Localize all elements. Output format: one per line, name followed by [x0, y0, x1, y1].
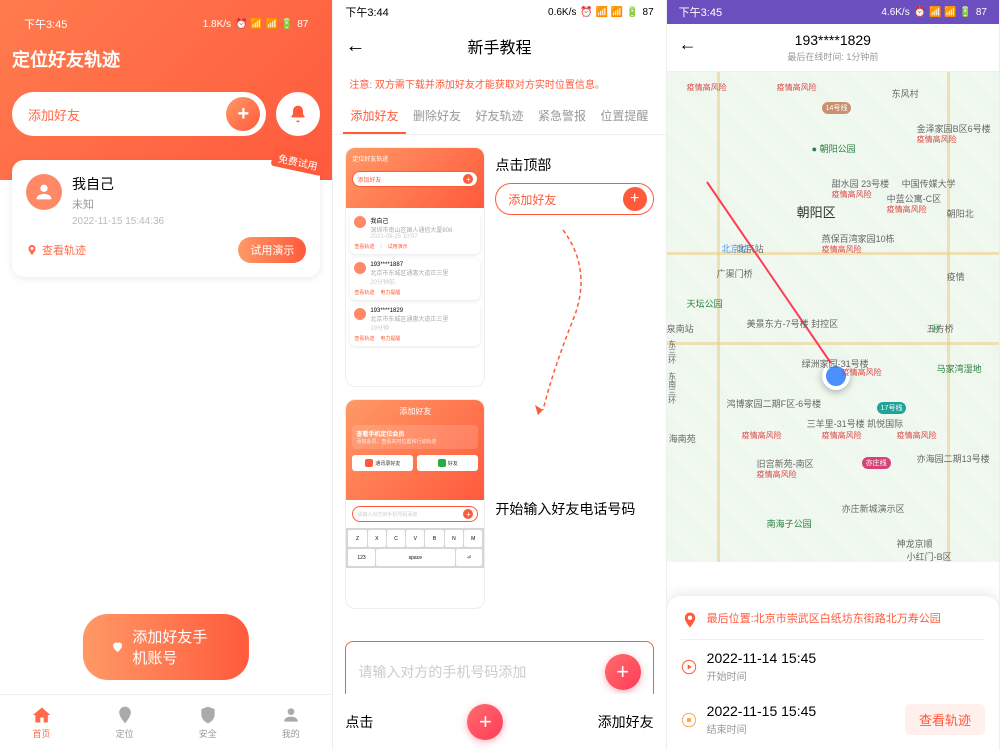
end-time-row[interactable]: 2022-11-15 15:45 结束时间 查看轨迹 [681, 693, 985, 736]
person-icon [33, 181, 55, 203]
status-bar: 下午3:45 4.6K/s ⏰ 📶 📶 🔋 87 [667, 0, 999, 24]
hint-search-visual: 添加好友 + [495, 183, 653, 215]
status-icons: 1.8K/s ⏰ 📶 📶 🔋 87 [203, 19, 309, 30]
demo-button[interactable]: 试用演示 [238, 237, 306, 263]
pin-icon [115, 705, 135, 725]
profile-name: 我自己 [72, 174, 306, 194]
bottom-nav: 首页 定位 安全 我的 [0, 694, 332, 750]
profile-status: 未知 [72, 196, 306, 212]
status-bar: 下午3:45 1.8K/s ⏰ 📶 📶 🔋 87 [12, 12, 320, 36]
search-placeholder: 添加好友 [28, 105, 80, 124]
screen-tutorial: 下午3:44 0.6K/s ⏰ 📶 📶 🔋 87 ← 新手教程 注意: 双方需下… [333, 0, 666, 750]
info-panel: 最后位置:北京市崇武区白纸坊东街路北万寿公园 2022-11-14 15:45 … [667, 596, 999, 750]
status-time: 下午3:45 [24, 16, 67, 32]
screen-track-detail: 下午3:45 4.6K/s ⏰ 📶 📶 🔋 87 ← 193****1829 最… [667, 0, 1000, 750]
heart-icon [111, 638, 124, 656]
nav-safety[interactable]: 安全 [166, 695, 249, 750]
bell-icon [288, 104, 308, 124]
avatar [26, 174, 62, 210]
pin-icon [681, 611, 699, 629]
phone-title: 193****1829 [675, 32, 991, 48]
status-icons: 0.6K/s ⏰ 📶 📶 🔋 87 [548, 7, 654, 18]
tutorial-step2: 添加好友 查看手机定位会员 添加会员，查看实时位置和行动轨迹 通讯录好友 好友 … [333, 399, 665, 631]
profile-row: 我自己 未知 2022-11-15 15:44:36 [26, 174, 306, 227]
notification-button[interactable] [276, 92, 320, 136]
status-bar: 下午3:44 0.6K/s ⏰ 📶 📶 🔋 87 [333, 0, 665, 24]
tab-add[interactable]: 添加好友 [343, 99, 405, 134]
status-icons: 4.6K/s ⏰ 📶 📶 🔋 87 [881, 7, 987, 18]
stop-icon [681, 712, 697, 728]
header: ← 193****1829 最后在线时间: 1分钟前 [667, 24, 999, 72]
fab-add[interactable]: + [467, 704, 503, 740]
user-icon [281, 705, 301, 725]
nav-location[interactable]: 定位 [83, 695, 166, 750]
tab-remind[interactable]: 位置提醒 [593, 99, 655, 134]
card-actions: 查看轨迹 试用演示 [26, 237, 306, 263]
add-friend-search[interactable]: 添加好友 + [12, 92, 266, 136]
preview-screenshot-2: 添加好友 查看手机定位会员 添加会员，查看实时位置和行动轨迹 通讯录好友 好友 … [345, 399, 485, 609]
add-icon: + [623, 187, 647, 211]
tab-delete[interactable]: 删除好友 [406, 99, 468, 134]
start-time-row[interactable]: 2022-11-14 15:45 开始时间 [681, 640, 985, 693]
add-button[interactable]: + [605, 654, 641, 690]
header: ← 新手教程 [333, 24, 665, 68]
shield-icon [198, 705, 218, 725]
back-button[interactable]: ← [345, 35, 365, 58]
search-row: 添加好友 + [12, 92, 320, 136]
page-title: 新手教程 [365, 34, 633, 58]
notice-text: 注意: 双方需下载并添加好友才能获取对方实时位置信息。 [333, 68, 665, 99]
tutorial-arrow [513, 220, 613, 420]
preview-screenshot-1: 定位好友轨迹 添加好友 + 我自己深圳市南山区国人通信大厦8082021-09-… [345, 147, 485, 387]
location-row: 最后位置:北京市崇武区白纸坊东街路北万寿公园 [681, 610, 985, 640]
profile-info: 我自己 未知 2022-11-15 15:44:36 [72, 174, 306, 227]
view-track-link[interactable]: 查看轨迹 [26, 242, 86, 258]
profile-timestamp: 2022-11-15 15:44:36 [72, 216, 306, 227]
hint-area-2: 开始输入好友电话号码 [495, 399, 653, 619]
add-icon[interactable]: + [226, 97, 260, 131]
bottom-hint: 点击 + 添加好友 [333, 694, 665, 750]
screen-home: 下午3:45 1.8K/s ⏰ 📶 📶 🔋 87 定位好友轨迹 添加好友 + 免… [0, 0, 333, 750]
nav-mine[interactable]: 我的 [249, 695, 332, 750]
hint-title-2: 开始输入好友电话号码 [495, 499, 653, 519]
tabs: 添加好友 删除好友 好友轨迹 紧急警报 位置提醒 [333, 99, 665, 135]
location-text: 最后位置:北京市崇武区白纸坊东街路北万寿公园 [707, 610, 941, 626]
status-time: 下午3:44 [345, 4, 388, 20]
phone-input[interactable]: 请输入对方的手机号码添加 [358, 662, 594, 682]
nav-home[interactable]: 首页 [0, 695, 83, 750]
hint-title: 点击顶部 [495, 155, 653, 175]
home-icon [32, 705, 52, 725]
add-friend-button[interactable]: 添加好友手机账号 [83, 614, 249, 680]
back-button[interactable]: ← [679, 34, 697, 55]
map-view[interactable]: 朝阳区 北京站 北京站 天坛公园 广渠门桥 五方桥 疫情高风险 疫情高风险 金泽… [667, 72, 999, 562]
status-time: 下午3:45 [679, 4, 722, 20]
view-track-button[interactable]: 查看轨迹 [905, 704, 985, 735]
last-online: 最后在线时间: 1分钟前 [675, 50, 991, 63]
location-icon [26, 244, 38, 256]
page-title: 定位好友轨迹 [12, 46, 320, 72]
tab-alert[interactable]: 紧急警报 [531, 99, 593, 134]
play-icon [681, 659, 697, 675]
tutorial-step1: 定位好友轨迹 添加好友 + 我自己深圳市南山区国人通信大厦8082021-09-… [333, 135, 665, 399]
self-card: 免费试用 我自己 未知 2022-11-15 15:44:36 查看轨迹 试用演… [12, 160, 320, 277]
tab-track[interactable]: 好友轨迹 [468, 99, 530, 134]
